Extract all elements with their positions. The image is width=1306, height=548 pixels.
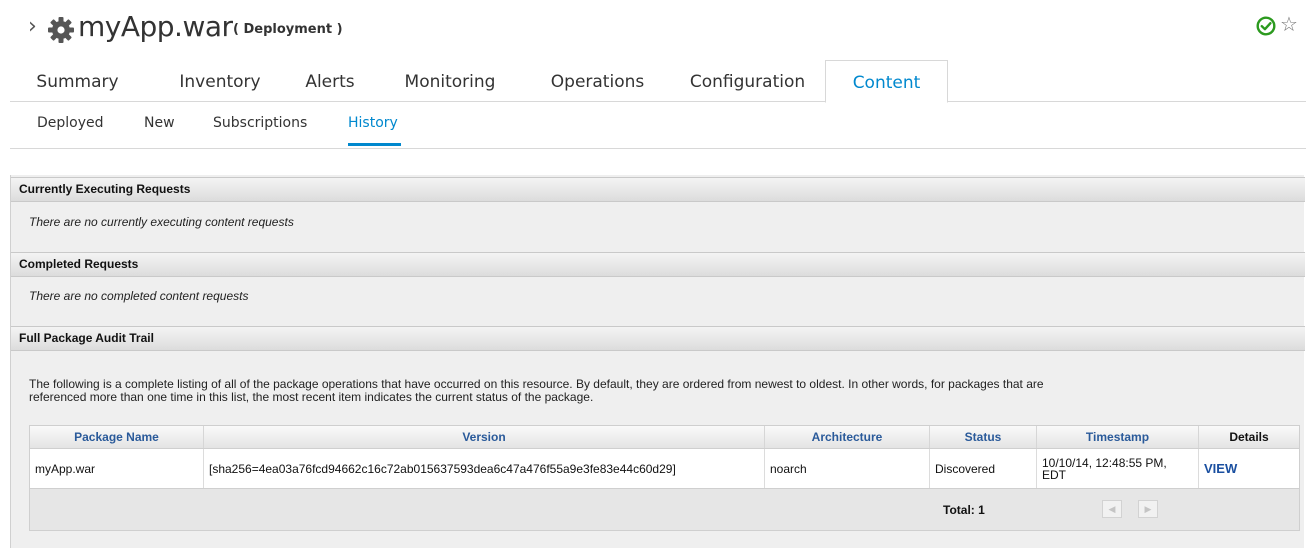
completed-requests-header: Completed Requests: [11, 252, 1305, 277]
page-title: myApp.war: [78, 10, 233, 43]
cell-architecture: noarch: [765, 449, 930, 488]
resource-header: › myApp.war ( Deployment ) ☆: [0, 0, 1306, 60]
prev-page-button[interactable]: ◀: [1102, 500, 1122, 518]
subtab-history[interactable]: History: [348, 115, 398, 131]
tab-configuration[interactable]: Configuration: [675, 60, 820, 102]
tab-monitoring[interactable]: Monitoring: [380, 60, 520, 102]
completed-requests-message: There are no completed content requests: [29, 289, 249, 303]
executing-requests-header: Currently Executing Requests: [11, 177, 1305, 202]
view-details-link[interactable]: VIEW: [1199, 449, 1299, 488]
subtab-new[interactable]: New: [144, 115, 175, 131]
tab-inventory[interactable]: Inventory: [150, 60, 290, 102]
col-header-package-name[interactable]: Package Name: [30, 426, 204, 448]
next-page-button[interactable]: ▶: [1138, 500, 1158, 518]
table-footer: Total: 1 ◀ ▶: [29, 489, 1300, 531]
cell-version: [sha256=4ea03a76fcd94662c16c72ab01563759…: [204, 449, 765, 488]
tab-operations[interactable]: Operations: [525, 60, 670, 102]
subtab-deployed[interactable]: Deployed: [37, 115, 104, 131]
cell-package-name: myApp.war: [30, 449, 204, 488]
col-header-details: Details: [1229, 430, 1269, 444]
cell-status: Discovered: [930, 449, 1037, 488]
sub-tabs: Deployed New Subscriptions History: [10, 103, 1306, 149]
star-icon[interactable]: ☆: [1280, 14, 1298, 34]
subtab-subscriptions[interactable]: Subscriptions: [213, 115, 307, 131]
col-header-status[interactable]: Status: [930, 426, 1037, 448]
total-count: Total: 1: [943, 503, 985, 517]
tab-alerts[interactable]: Alerts: [290, 60, 370, 102]
timestamp-line: 10/10/14, 12:48:55 PM,: [1042, 455, 1167, 470]
table-header-row: Package Name Version Architecture Status…: [29, 425, 1300, 449]
resource-type-label: ( Deployment ): [233, 22, 343, 37]
timestamp-line: EDT: [1042, 467, 1066, 482]
main-tabs: Summary Inventory Alerts Monitoring Oper…: [10, 60, 1306, 103]
check-circle-icon: [1256, 16, 1276, 36]
table-row[interactable]: myApp.war [sha256=4ea03a76fcd94662c16c72…: [29, 449, 1300, 489]
breadcrumb-chevron[interactable]: ›: [28, 14, 37, 39]
col-header-version[interactable]: Version: [204, 426, 765, 448]
gear-icon: [48, 17, 74, 43]
cell-timestamp: 10/10/14, 12:48:55 PM, EDT: [1037, 449, 1199, 488]
tab-content[interactable]: Content: [825, 60, 948, 103]
description-line: referenced more than one time in this li…: [29, 390, 594, 404]
audit-trail-description: The following is a complete listing of a…: [29, 378, 1299, 404]
tab-summary[interactable]: Summary: [10, 60, 145, 102]
audit-trail-header: Full Package Audit Trail: [11, 326, 1305, 351]
executing-requests-message: There are no currently executing content…: [29, 215, 294, 229]
col-header-architecture[interactable]: Architecture: [765, 426, 930, 448]
history-panel: Currently Executing Requests There are n…: [10, 175, 1305, 548]
active-subtab-indicator: [348, 143, 401, 146]
col-header-timestamp[interactable]: Timestamp: [1037, 426, 1199, 448]
